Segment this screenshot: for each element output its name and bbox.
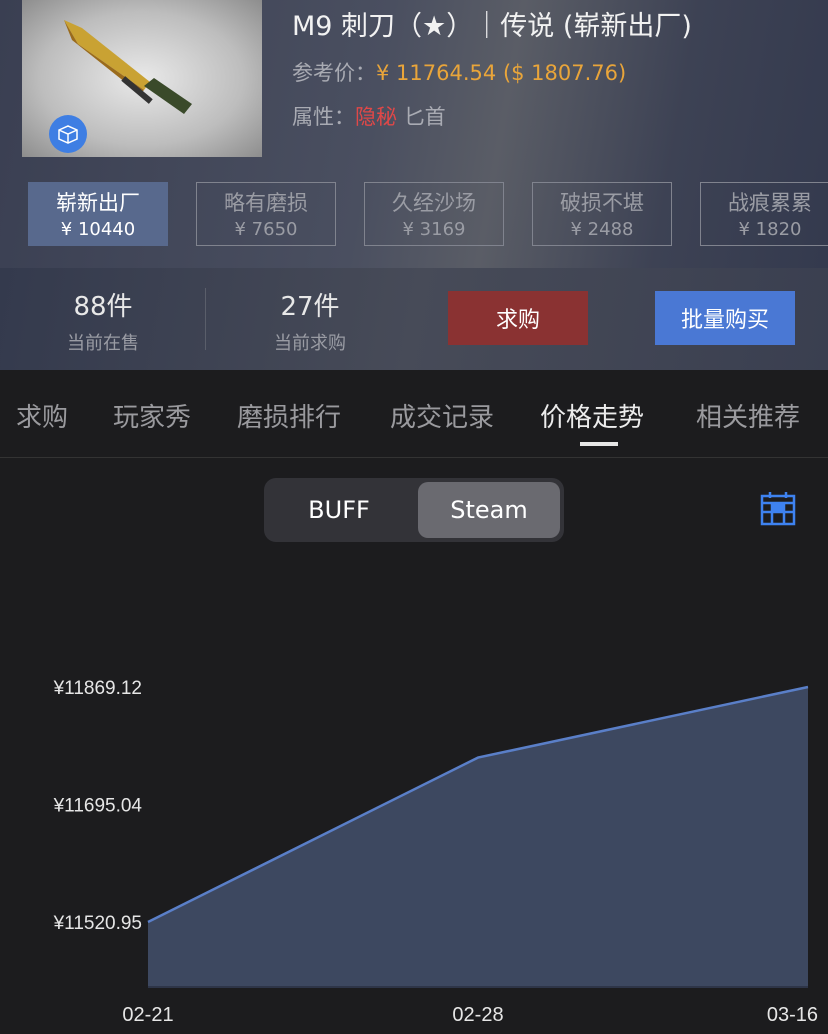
tab-bar: 求购 玩家秀 磨损排行 成交记录 价格走势 相关推荐 <box>0 370 828 458</box>
market-stats: 88件当前在售 27件当前求购 求购 批量购买 <box>0 268 828 370</box>
wear-name: 略有磨损 <box>224 191 308 215</box>
source-toggle: BUFF Steam <box>264 478 564 542</box>
source-steam[interactable]: Steam <box>418 482 560 538</box>
x-tick-label: 02-21 <box>122 1004 173 1026</box>
tab-buy-orders[interactable]: 求购 <box>16 397 68 434</box>
y-tick-label: ¥11869.12 <box>53 678 142 699</box>
ref-label: 参考价： <box>292 61 376 85</box>
buy-orders-count: 27件 <box>280 292 340 322</box>
on-sale-stat[interactable]: 88件当前在售 <box>23 286 183 355</box>
y-tick-label: ¥11520.95 <box>53 913 142 934</box>
reference-price: 参考价：¥ 11764.54 ($ 1807.76) <box>292 57 626 87</box>
calendar-icon[interactable] <box>760 490 796 530</box>
x-tick-label: 03-16 <box>767 1004 818 1026</box>
wear-option-minimal-wear[interactable]: 略有磨损 ¥ 7650 <box>196 182 336 246</box>
on-sale-label: 当前在售 <box>67 333 139 354</box>
bulk-buy-button[interactable]: 批量购买 <box>655 291 795 345</box>
buy-orders-label: 当前求购 <box>274 333 346 354</box>
on-sale-count: 88件 <box>73 292 133 322</box>
wear-price: ¥ 3169 <box>402 219 466 240</box>
item-title: M9 刺刀（★）｜传说 (崭新出厂) <box>292 11 692 42</box>
divider <box>205 288 206 350</box>
wear-price: ¥ 10440 <box>60 219 136 240</box>
wear-option-field-tested[interactable]: 久经沙场 ¥ 3169 <box>364 182 504 246</box>
tab-trade-history[interactable]: 成交记录 <box>390 397 494 434</box>
wear-option-well-worn[interactable]: 破损不堪 ¥ 2488 <box>532 182 672 246</box>
wear-name: 崭新出厂 <box>56 191 140 215</box>
wear-price: ¥ 7650 <box>234 219 298 240</box>
item-type: 匕首 <box>403 105 446 129</box>
ref-price-usd: ($ 1807.76) <box>502 61 627 85</box>
buy-order-button[interactable]: 求购 <box>448 291 588 345</box>
item-image[interactable] <box>22 0 262 157</box>
buy-orders-stat[interactable]: 27件当前求购 <box>230 286 390 355</box>
wear-name: 战痕累累 <box>728 191 812 215</box>
tab-related[interactable]: 相关推荐 <box>696 397 800 434</box>
wear-price: ¥ 2488 <box>570 219 634 240</box>
3d-box-icon[interactable] <box>49 115 87 153</box>
tab-wear-ranking[interactable]: 磨损排行 <box>237 397 341 434</box>
item-header: M9 刺刀（★）｜传说 (崭新出厂) 参考价：¥ 11764.54 ($ 180… <box>0 0 828 268</box>
ref-price-cny: ¥ 11764.54 <box>376 61 497 85</box>
source-buff[interactable]: BUFF <box>268 482 410 538</box>
wear-option-battle-scarred[interactable]: 战痕累累 ¥ 1820 <box>700 182 828 246</box>
attr-label: 属性： <box>292 105 355 129</box>
tab-player-showcase[interactable]: 玩家秀 <box>113 397 191 434</box>
active-tab-indicator <box>580 442 618 446</box>
x-tick-label: 02-28 <box>452 1004 503 1026</box>
rarity: 隐秘 <box>355 105 397 129</box>
wear-price: ¥ 1820 <box>738 219 802 240</box>
wear-option-factory-new[interactable]: 崭新出厂 ¥ 10440 <box>28 182 168 246</box>
y-tick-label: ¥11695.04 <box>53 795 143 816</box>
wear-name: 久经沙场 <box>392 191 476 215</box>
price-trend-chart: ¥11869.12 ¥11695.04 ¥11520.95 02-21 02-28 03-… <box>53 678 818 1026</box>
tab-price-trend[interactable]: 价格走势 <box>540 397 644 434</box>
wear-name: 破损不堪 <box>560 191 644 215</box>
attributes: 属性：隐秘 匕首 <box>292 101 446 131</box>
area-fill <box>148 686 808 987</box>
